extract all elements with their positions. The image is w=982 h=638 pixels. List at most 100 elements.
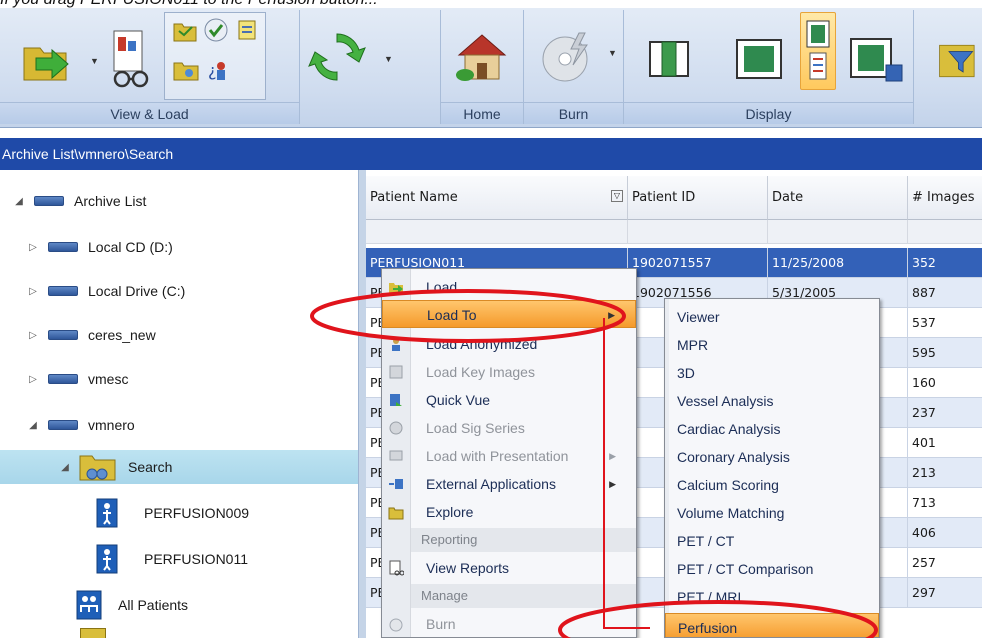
submenu-item-volume-matching[interactable]: Volume Matching — [665, 499, 879, 527]
table-cell-images: 406 — [908, 518, 982, 548]
tree-node-archive-list[interactable]: ◢ Archive List — [12, 184, 146, 218]
display-layout-button[interactable] — [732, 32, 786, 86]
burn-button[interactable] — [536, 24, 600, 88]
menu-item-external-applications[interactable]: External Applications ▶ — [382, 470, 636, 498]
tree-node-vmnero[interactable]: ◢ vmnero — [26, 408, 135, 442]
collapse-icon[interactable]: ◢ — [26, 420, 40, 431]
search-folder-button[interactable] — [172, 56, 200, 84]
submenu-item-pet-mri[interactable]: PET / MRI — [665, 583, 879, 611]
menu-item-view-reports[interactable]: View Reports — [382, 554, 636, 582]
search-folder-icon — [79, 455, 116, 481]
help-user-button[interactable]: ¿ — [204, 56, 230, 84]
open-folder-button[interactable] — [172, 18, 198, 44]
display-save-button[interactable] — [846, 32, 906, 88]
submenu-item-pet-ct-comparison[interactable]: PET / CT Comparison — [665, 555, 879, 583]
key-images-icon — [389, 365, 403, 379]
folder-search-icon — [173, 62, 199, 81]
drive-icon — [34, 196, 64, 206]
patient-icon — [96, 498, 118, 528]
column-header-images[interactable]: # Images — [908, 176, 982, 220]
column-header-date[interactable]: Date — [768, 176, 908, 220]
column-header-label: Patient ID — [632, 190, 696, 205]
expand-icon[interactable]: ▷ — [26, 330, 40, 341]
refresh-button[interactable] — [306, 26, 368, 88]
tree-node-search[interactable]: ◢ Search — [0, 450, 358, 484]
menu-item-label: Load with Presentation — [426, 448, 569, 464]
menu-item-load-anonymized[interactable]: Load Anonymized — [382, 330, 636, 358]
display-single-button[interactable] — [644, 32, 694, 86]
submenu-item-viewer[interactable]: Viewer — [665, 303, 879, 331]
tree-node-all-patients[interactable]: All Patients — [76, 588, 188, 622]
menu-item-explore[interactable]: Explore — [382, 498, 636, 526]
menu-item-quick-vue[interactable]: Quick Vue — [382, 386, 636, 414]
viewer-button[interactable] — [106, 28, 156, 90]
burn-disc-icon — [542, 32, 588, 82]
display-list-icon — [806, 20, 830, 80]
ribbon-group-label: View & Load — [0, 102, 299, 124]
tree-node-local-cd[interactable]: ▷ Local CD (D:) — [26, 230, 173, 264]
filter-icon — [939, 44, 975, 78]
submenu-arrow-icon: ▶ — [608, 310, 615, 320]
table-cell-images: 401 — [908, 428, 982, 458]
home-button[interactable] — [451, 24, 513, 88]
filter-cell[interactable] — [908, 220, 982, 244]
explore-folder-icon — [388, 507, 404, 520]
patients-group-icon — [76, 590, 102, 620]
collapse-icon[interactable]: ◢ — [12, 196, 26, 207]
filter-button[interactable] — [938, 36, 982, 86]
tree-node-label: Search — [128, 459, 173, 475]
submenu-item-mpr[interactable]: MPR — [665, 331, 879, 359]
submenu-item-calcium-scoring[interactable]: Calcium Scoring — [665, 471, 879, 499]
refresh-icon — [308, 33, 366, 81]
submenu-item-cardiac-analysis[interactable]: Cardiac Analysis — [665, 415, 879, 443]
display-single-icon — [649, 41, 689, 77]
table-cell-images: 887 — [908, 278, 982, 308]
column-header-patient-id[interactable]: Patient ID — [628, 176, 768, 220]
menu-item-label: Load Anonymized — [426, 336, 538, 352]
display-list-button[interactable] — [802, 16, 834, 86]
menu-item-load[interactable]: Load — [382, 273, 636, 301]
collapse-icon[interactable]: ◢ — [58, 462, 72, 473]
table-cell-images: 352 — [908, 248, 982, 278]
note-icon — [238, 20, 256, 40]
tree-node-ceres-new[interactable]: ▷ ceres_new — [26, 318, 156, 352]
verify-button[interactable] — [202, 16, 230, 44]
menu-item-load-to[interactable]: Load To ▶ — [382, 300, 636, 328]
breadcrumb-path: Archive List\vmnero\Search — [0, 138, 982, 170]
archive-tree[interactable]: ◢ Archive List ▷ Local CD (D:) ▷ Local D… — [0, 170, 358, 638]
tree-node-local-drive[interactable]: ▷ Local Drive (C:) — [26, 274, 185, 308]
submenu-item-perfusion[interactable]: Perfusion — [665, 613, 879, 637]
filter-cell[interactable] — [768, 220, 908, 244]
load-arrow-icon — [23, 47, 69, 81]
tree-node-label: All Patients — [118, 597, 189, 613]
pane-splitter[interactable] — [358, 170, 366, 638]
filter-cell[interactable] — [366, 220, 628, 244]
expand-icon[interactable]: ▷ — [26, 242, 40, 253]
submenu-item-3d[interactable]: 3D — [665, 359, 879, 387]
submenu-item-coronary-analysis[interactable]: Coronary Analysis — [665, 443, 879, 471]
drive-icon — [48, 420, 78, 430]
external-apps-icon — [389, 479, 403, 489]
quick-vue-icon — [390, 394, 402, 406]
tree-node-vmesc[interactable]: ▷ vmesc — [26, 362, 128, 396]
table-cell-images: 237 — [908, 398, 982, 428]
column-header-patient-name[interactable]: Patient Name ▽ — [366, 176, 628, 220]
tree-node-perfusion009[interactable]: PERFUSION009 — [96, 496, 249, 530]
drive-icon — [48, 330, 78, 340]
filter-cell[interactable] — [628, 220, 768, 244]
submenu-item-pet-ct[interactable]: PET / CT — [665, 527, 879, 555]
expand-icon[interactable]: ▷ — [26, 286, 40, 297]
load-to-submenu: Viewer MPR 3D Vessel Analysis Cardiac Analys… — [664, 298, 880, 638]
notes-button[interactable] — [234, 16, 262, 44]
table-cell-images: 213 — [908, 458, 982, 488]
load-button[interactable] — [20, 32, 76, 88]
menu-item-label: Explore — [426, 504, 474, 520]
filter-dropdown-icon[interactable]: ▽ — [611, 190, 623, 202]
expand-icon[interactable]: ▷ — [26, 374, 40, 385]
tree-node-label: ceres_new — [88, 327, 156, 343]
tree-node-perfusion011[interactable]: PERFUSION011 — [96, 542, 248, 576]
view-reports-icon — [389, 560, 404, 576]
submenu-item-vessel-analysis[interactable]: Vessel Analysis — [665, 387, 879, 415]
menu-item-label: View Reports — [426, 560, 510, 576]
sig-series-icon — [389, 421, 403, 435]
